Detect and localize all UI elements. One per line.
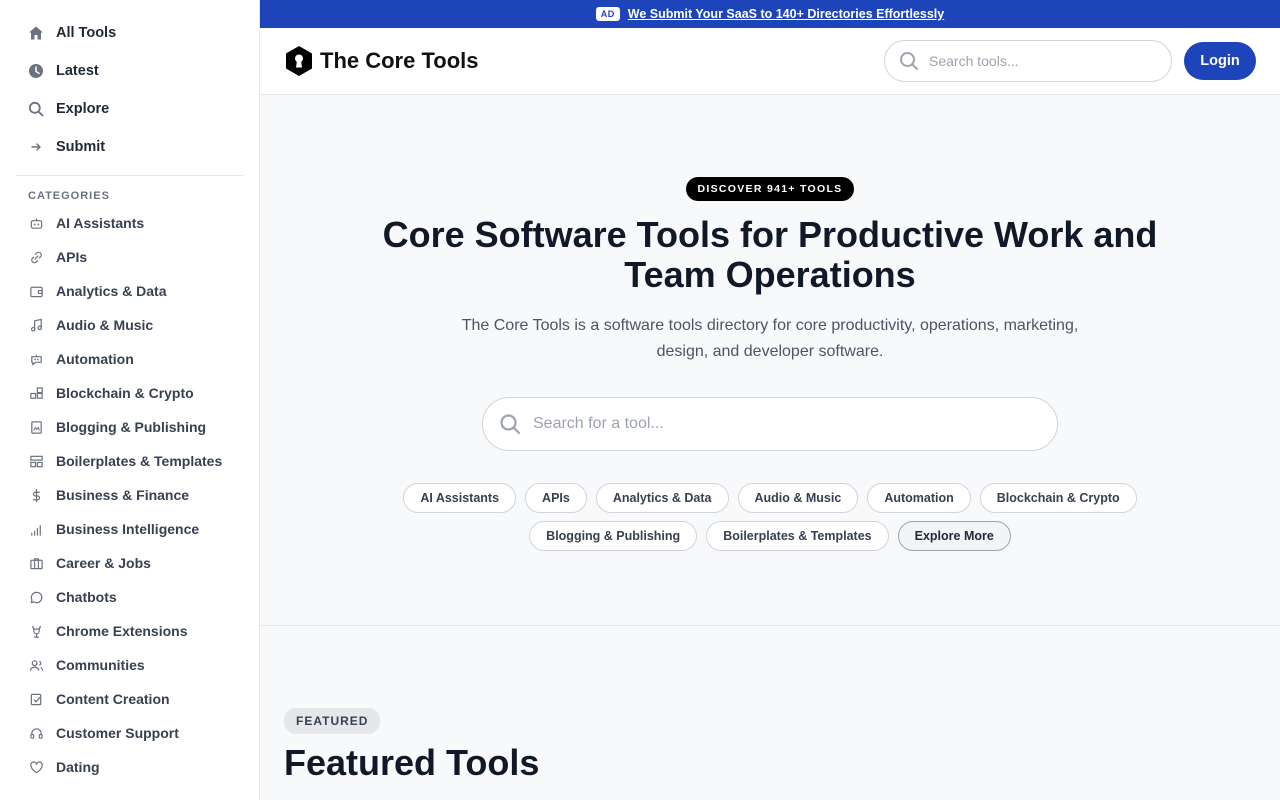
sidebar-item-label: Explore (56, 101, 110, 117)
logo-text: The Core Tools (320, 48, 479, 73)
home-icon (28, 25, 44, 41)
puzzle-icon (28, 623, 44, 639)
chip-blogging-publishing[interactable]: Blogging & Publishing (529, 521, 698, 551)
sidebar-item-all-tools[interactable]: All Tools (0, 14, 259, 52)
hero-title: Core Software Tools for Productive Work … (382, 214, 1158, 295)
category-label: Blockchain & Crypto (56, 385, 194, 401)
header-search-input[interactable] (929, 53, 1149, 69)
header-search-box[interactable] (884, 40, 1172, 82)
site-logo[interactable]: The Core Tools (284, 45, 479, 77)
sidebar-category-communities[interactable]: Communities (0, 648, 259, 682)
sidebar-category-career-jobs[interactable]: Career & Jobs (0, 546, 259, 580)
chip-audio-music[interactable]: Audio & Music (737, 483, 859, 513)
hero-subtitle: The Core Tools is a software tools direc… (461, 317, 1079, 360)
sidebar-item-submit[interactable]: Submit (0, 128, 259, 166)
signal-bars-icon (28, 521, 44, 537)
sidebar: All Tools Latest Explore Submit CATEGORI… (0, 0, 260, 800)
sidebar-item-latest[interactable]: Latest (0, 52, 259, 90)
sidebar-category-business-finance[interactable]: Business & Finance (0, 478, 259, 512)
bot-icon (28, 351, 44, 367)
category-label: Chatbots (56, 589, 117, 605)
link-icon (28, 249, 44, 265)
logo-mark-icon (286, 46, 312, 76)
sidebar-category-ai-assistants[interactable]: AI Assistants (0, 206, 259, 240)
ad-link[interactable]: We Submit Your SaaS to 140+ Directories … (628, 7, 944, 21)
sidebar-category-chatbots[interactable]: Chatbots (0, 580, 259, 614)
category-label: Analytics & Data (56, 283, 167, 299)
category-label: Dating (56, 759, 100, 775)
heart-icon (28, 759, 44, 775)
sidebar-item-explore[interactable]: Explore (0, 90, 259, 128)
login-button[interactable]: Login (1184, 42, 1256, 80)
category-label: Boilerplates & Templates (56, 453, 223, 469)
music-note-icon (28, 317, 44, 333)
hero-search-box[interactable] (482, 397, 1058, 451)
briefcase-icon (28, 555, 44, 571)
top-header: The Core Tools Login (260, 28, 1280, 95)
headset-icon (28, 725, 44, 741)
sidebar-category-blogging-publishing[interactable]: Blogging & Publishing (0, 410, 259, 444)
search-icon (900, 52, 918, 70)
category-label: Career & Jobs (56, 555, 151, 571)
category-label: APIs (56, 249, 88, 265)
sidebar-category-automation[interactable]: Automation (0, 342, 259, 376)
chip-ai-assistants[interactable]: AI Assistants (403, 483, 517, 513)
categories-heading: CATEGORIES (28, 190, 110, 202)
chip-apis[interactable]: APIs (525, 483, 587, 513)
users-icon (28, 657, 44, 673)
category-label: Business Intelligence (56, 521, 200, 537)
blocks-icon (28, 385, 44, 401)
category-label: Communities (56, 657, 145, 673)
chip-automation[interactable]: Automation (867, 483, 971, 513)
featured-title: Featured Tools (284, 742, 540, 783)
sidebar-item-label: Submit (56, 139, 106, 155)
ad-banner: AD We Submit Your SaaS to 140+ Directori… (260, 0, 1280, 28)
chat-bubble-icon (28, 589, 44, 605)
search-icon (28, 101, 44, 117)
sidebar-item-label: All Tools (56, 25, 117, 41)
category-label: AI Assistants (56, 215, 145, 231)
arrow-right-icon (28, 139, 44, 155)
sidebar-category-audio-music[interactable]: Audio & Music (0, 308, 259, 342)
clock-icon (28, 63, 44, 79)
chip-analytics-data[interactable]: Analytics & Data (595, 483, 729, 513)
layout-icon (28, 453, 44, 469)
sidebar-category-customer-support[interactable]: Customer Support (0, 716, 259, 750)
chip-blockchain-crypto[interactable]: Blockchain & Crypto (979, 483, 1137, 513)
category-label: Audio & Music (56, 317, 154, 333)
sidebar-category-blockchain-crypto[interactable]: Blockchain & Crypto (0, 376, 259, 410)
sidebar-category-analytics-data[interactable]: Analytics & Data (0, 274, 259, 308)
main-content: AD We Submit Your SaaS to 140+ Directori… (260, 0, 1280, 800)
wallet-icon (28, 283, 44, 299)
chip-boilerplates-templates[interactable]: Boilerplates & Templates (706, 521, 889, 551)
featured-badge: FEATURED (284, 708, 381, 734)
sidebar-category-business-intelligence[interactable]: Business Intelligence (0, 512, 259, 546)
category-label: Business & Finance (56, 487, 190, 503)
sidebar-category-dating[interactable]: Dating (0, 750, 259, 784)
category-label: Customer Support (56, 725, 179, 741)
category-chips: AI Assistants APIs Analytics & Data Audi… (320, 483, 1220, 551)
book-icon (28, 419, 44, 435)
category-label: Content Creation (56, 691, 170, 707)
search-icon (500, 414, 521, 435)
sidebar-category-apis[interactable]: APIs (0, 240, 259, 274)
hero-section: DISCOVER 941+ TOOLS Core Software Tools … (260, 95, 1280, 626)
category-label: Automation (56, 351, 134, 367)
robot-icon (28, 215, 44, 231)
ad-badge: AD (595, 7, 620, 21)
category-label: Chrome Extensions (56, 623, 188, 639)
edit-icon (28, 691, 44, 707)
sidebar-nav: All Tools Latest Explore Submit (0, 0, 259, 166)
category-label: Blogging & Publishing (56, 419, 207, 435)
sidebar-item-label: Latest (56, 63, 99, 79)
explore-more-chip[interactable]: Explore More (897, 521, 1011, 551)
discover-badge: DISCOVER 941+ TOOLS (686, 177, 854, 201)
sidebar-category-boilerplates-templates[interactable]: Boilerplates & Templates (0, 444, 259, 478)
featured-section: FEATURED Featured Tools (260, 626, 1280, 784)
sidebar-divider (16, 175, 243, 176)
sidebar-category-chrome-extensions[interactable]: Chrome Extensions (0, 614, 259, 648)
dollar-icon (28, 487, 44, 503)
sidebar-category-content-creation[interactable]: Content Creation (0, 682, 259, 716)
hero-search-input[interactable] (533, 415, 1013, 433)
